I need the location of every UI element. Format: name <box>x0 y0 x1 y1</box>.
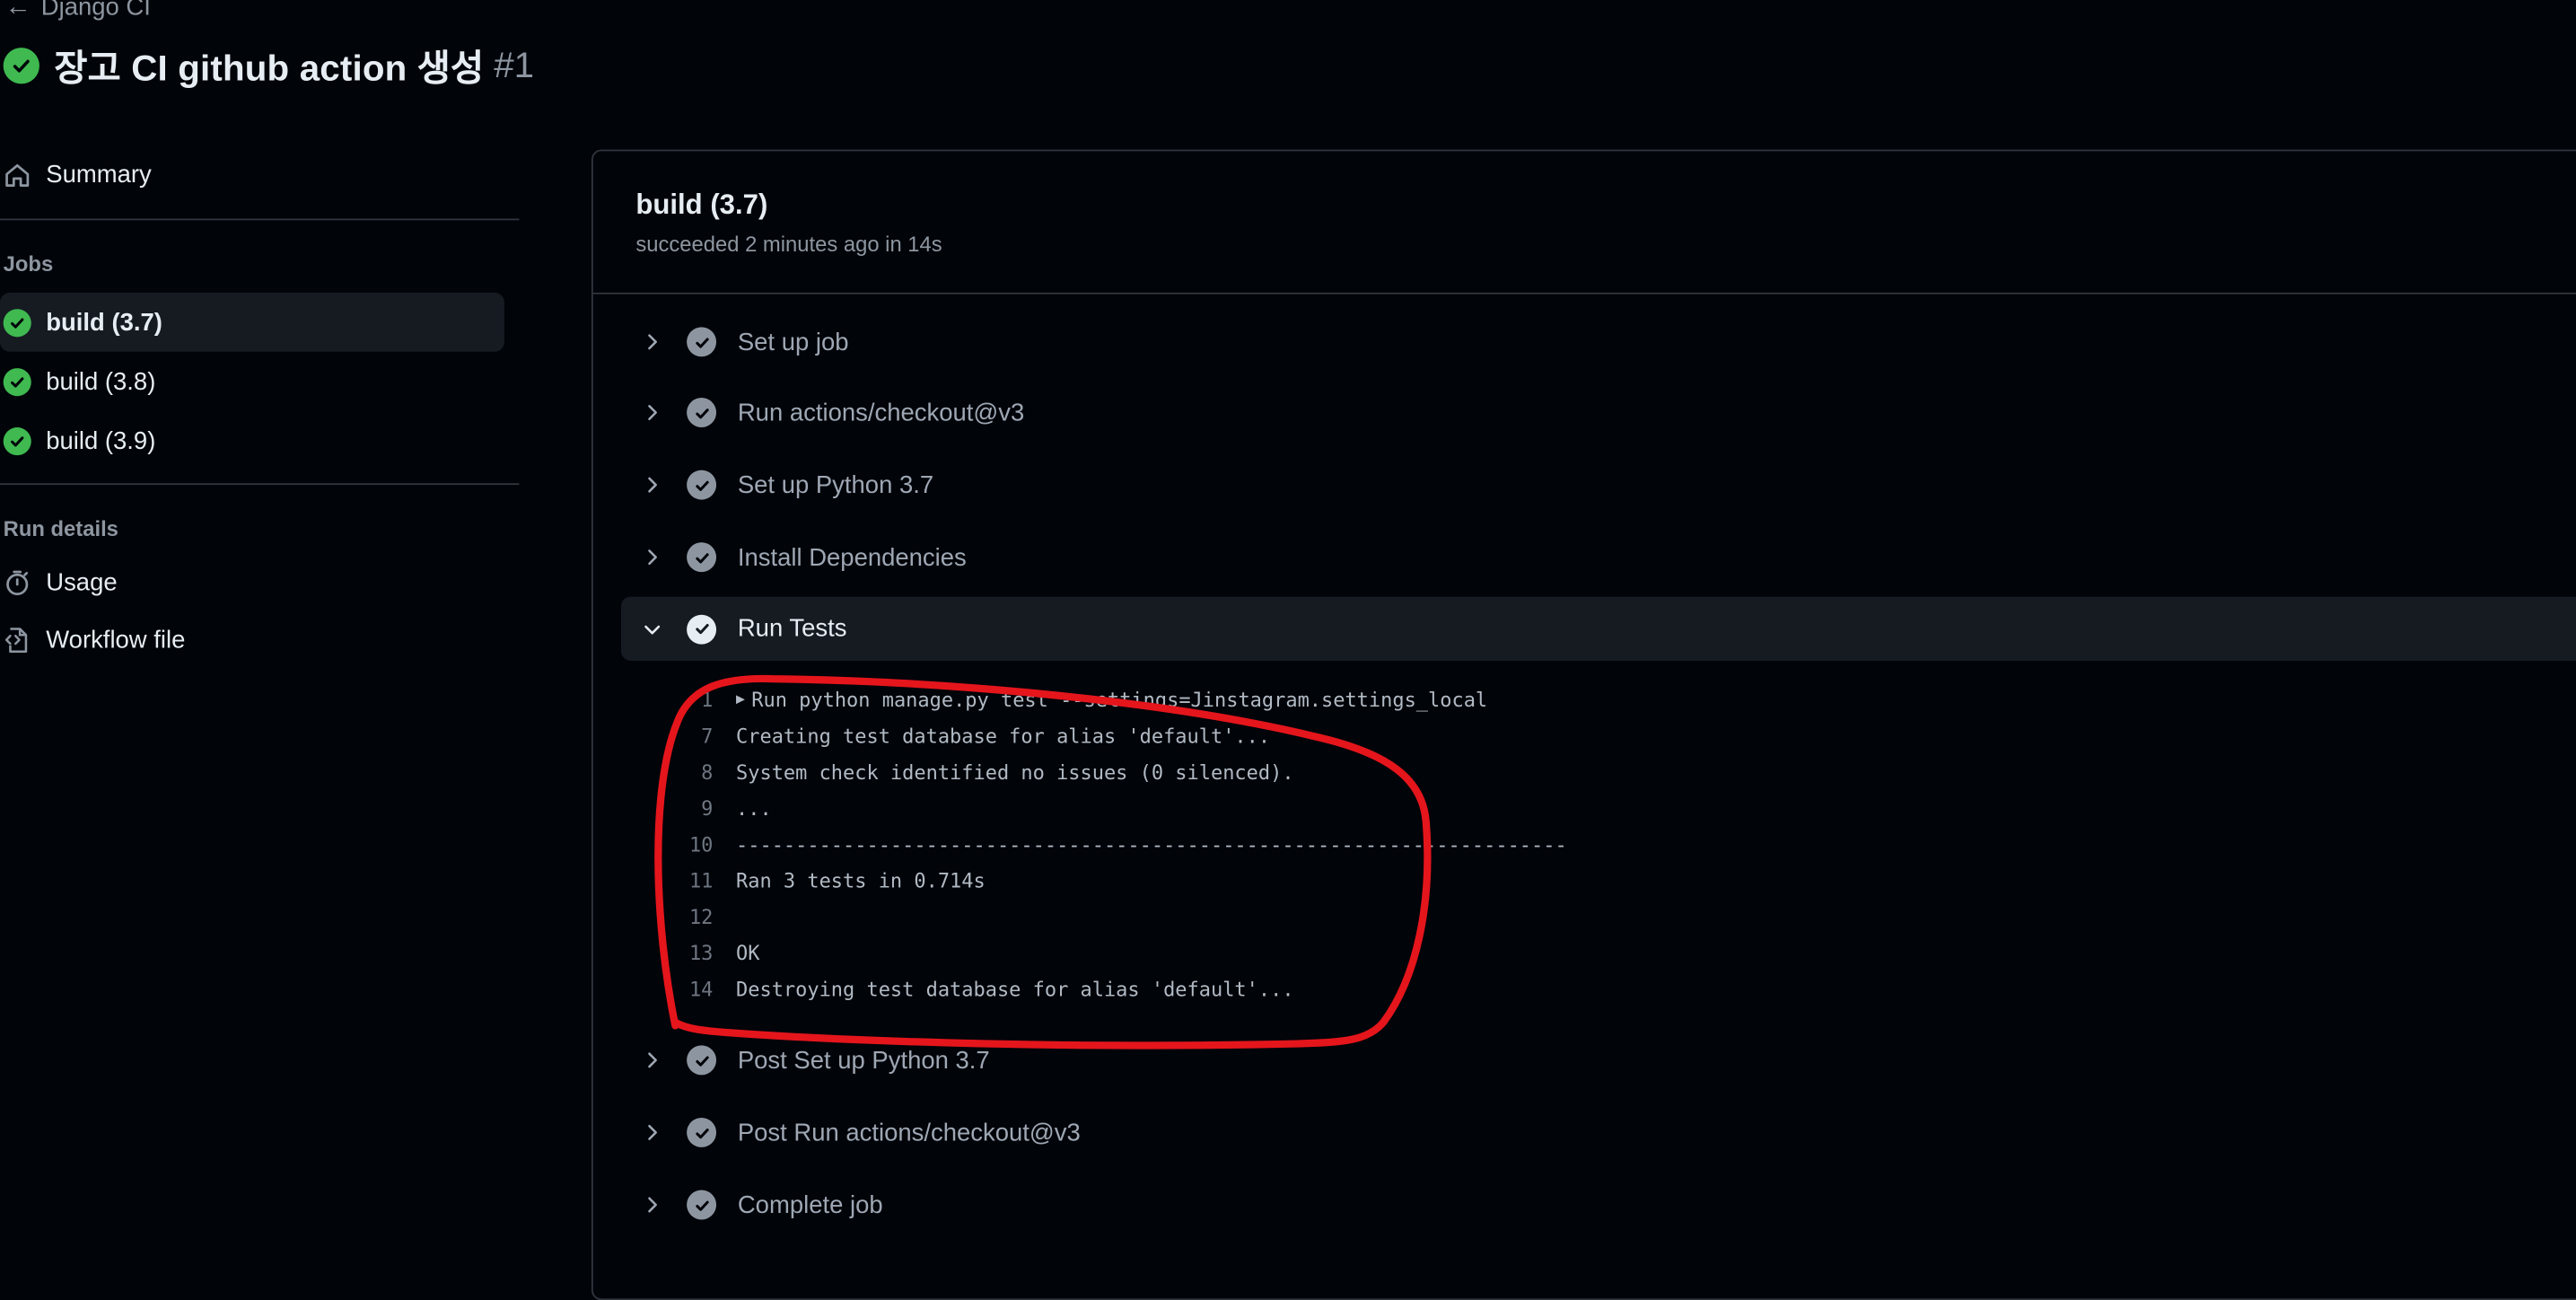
sidebar-item-job-build-3-9[interactable]: build (3.9) <box>0 411 504 470</box>
step-label: Post Run actions/checkout@v3 <box>737 1118 1081 1146</box>
log-line: 10 --------------------------------------… <box>673 827 1567 863</box>
chevron-down-icon <box>644 624 661 634</box>
step-post-run-actions-checkout[interactable]: Post Run actions/checkout@v3 <box>621 1102 2576 1164</box>
log-line[interactable]: 1 ▶ Run python manage.py test --settings=J… <box>673 682 1487 718</box>
step-label: Post Set up Python 3.7 <box>737 1046 990 1075</box>
success-check-icon <box>3 426 31 455</box>
job-label: build (3.7) <box>46 308 162 337</box>
back-link[interactable]: ← Django CI <box>4 0 150 22</box>
sidebar-item-summary[interactable]: Summary <box>4 161 152 189</box>
step-set-up-python[interactable]: Set up Python 3.7 <box>621 453 2576 516</box>
job-status-meta: succeeded 2 minutes ago in 14s <box>635 232 942 257</box>
chevron-right-icon <box>648 334 657 350</box>
log-line-text: ... <box>736 796 772 821</box>
file-code-icon <box>4 628 28 654</box>
chevron-right-icon <box>648 1124 657 1140</box>
log-line-text: Run python manage.py test --settings=Jin… <box>751 689 1488 712</box>
log-line-number: 12 <box>688 905 714 929</box>
chevron-right-icon <box>648 1197 657 1213</box>
success-check-icon <box>3 48 39 84</box>
sidebar-item-job-build-3-8[interactable]: build (3.8) <box>0 352 504 411</box>
home-icon <box>5 163 30 188</box>
step-success-icon <box>687 1045 717 1076</box>
log-line: 14 Destroying test database for alias 'de… <box>673 971 1294 1007</box>
step-label: Install Dependencies <box>737 543 967 572</box>
step-label: Set up Python 3.7 <box>737 470 934 499</box>
log-line-number: 8 <box>701 760 714 785</box>
step-success-icon <box>687 1190 717 1220</box>
success-check-icon <box>3 308 31 337</box>
log-line-text: ----------------------------------------… <box>736 833 1567 856</box>
chevron-right-icon <box>648 549 657 566</box>
step-run-tests[interactable]: Run Tests <box>620 596 2576 661</box>
jobs-heading: Jobs <box>3 251 54 277</box>
log-line: 13 OK <box>673 935 760 971</box>
chevron-right-icon <box>648 477 657 493</box>
sidebar-item-label: Summary <box>46 161 152 189</box>
log-line-number: 1 <box>701 689 714 712</box>
success-check-icon <box>3 367 31 396</box>
sidebar-item-label: Workflow file <box>46 626 186 654</box>
log-line-text: Destroying test database for alias 'defa… <box>736 978 1294 1001</box>
job-label: build (3.8) <box>46 367 156 396</box>
sidebar-item-job-build-3-7[interactable]: build (3.7) <box>0 292 504 352</box>
log-line: 12 <box>673 899 736 935</box>
stopwatch-icon <box>6 570 29 596</box>
chevron-right-icon <box>648 1052 657 1068</box>
run-number: #1 <box>494 44 535 86</box>
step-label: Set up job <box>737 328 849 356</box>
step-success-icon <box>687 470 717 500</box>
job-label: build (3.9) <box>46 426 156 455</box>
log-line-number: 11 <box>688 869 714 893</box>
log-line-text: OK <box>736 942 760 965</box>
log-line-text: Creating test database for alias 'defaul… <box>736 725 1271 749</box>
sidebar-divider <box>0 218 520 221</box>
step-set-up-job[interactable]: Set up job <box>621 311 2576 373</box>
log-line-number: 10 <box>688 833 714 856</box>
sidebar-item-label: Usage <box>46 568 118 597</box>
step-complete-job[interactable]: Complete job <box>621 1173 2576 1236</box>
step-run-actions-checkout[interactable]: Run actions/checkout@v3 <box>621 382 2576 444</box>
sidebar-divider <box>0 483 520 486</box>
triangle-right-icon[interactable]: ▶ <box>736 692 745 708</box>
log-line-number: 13 <box>688 942 714 965</box>
log-line-number: 14 <box>688 978 714 1001</box>
step-label: Run Tests <box>737 614 847 643</box>
step-label: Run actions/checkout@v3 <box>737 398 1025 427</box>
log-line-number: 7 <box>701 725 714 749</box>
run-title: 장고 CI github action 생성 <box>54 48 485 89</box>
step-success-icon <box>687 613 717 644</box>
step-install-dependencies[interactable]: Install Dependencies <box>621 526 2576 589</box>
chevron-right-icon <box>648 405 657 421</box>
back-link-label: Django CI <box>40 0 151 22</box>
sidebar-item-usage[interactable]: Usage <box>4 568 118 597</box>
log-line-text: Ran 3 tests in 0.714s <box>736 869 986 893</box>
sidebar-item-workflow-file[interactable]: Workflow file <box>4 626 186 654</box>
step-success-icon <box>687 1117 717 1147</box>
log-line: 11 Ran 3 tests in 0.714s <box>673 863 986 899</box>
step-label: Complete job <box>737 1190 883 1219</box>
step-success-icon <box>687 327 717 357</box>
panel-divider <box>592 292 2576 294</box>
log-line: 7 Creating test database for alias 'defau… <box>673 718 1270 754</box>
log-line-number: 9 <box>701 796 714 821</box>
job-title: build (3.7) <box>635 189 768 221</box>
step-success-icon <box>687 542 717 573</box>
arrow-left-icon: ← <box>4 0 31 21</box>
run-title-row: 장고 CI github action 생성 #1 <box>3 40 535 92</box>
log-line: 8 System check identified no issues (0 si… <box>673 754 1293 790</box>
step-post-set-up-python[interactable]: Post Set up Python 3.7 <box>621 1029 2576 1092</box>
log-line-text: System check identified no issues (0 sil… <box>736 760 1294 785</box>
run-details-heading: Run details <box>3 515 118 541</box>
step-success-icon <box>687 398 717 428</box>
log-line: 9... <box>673 791 772 827</box>
